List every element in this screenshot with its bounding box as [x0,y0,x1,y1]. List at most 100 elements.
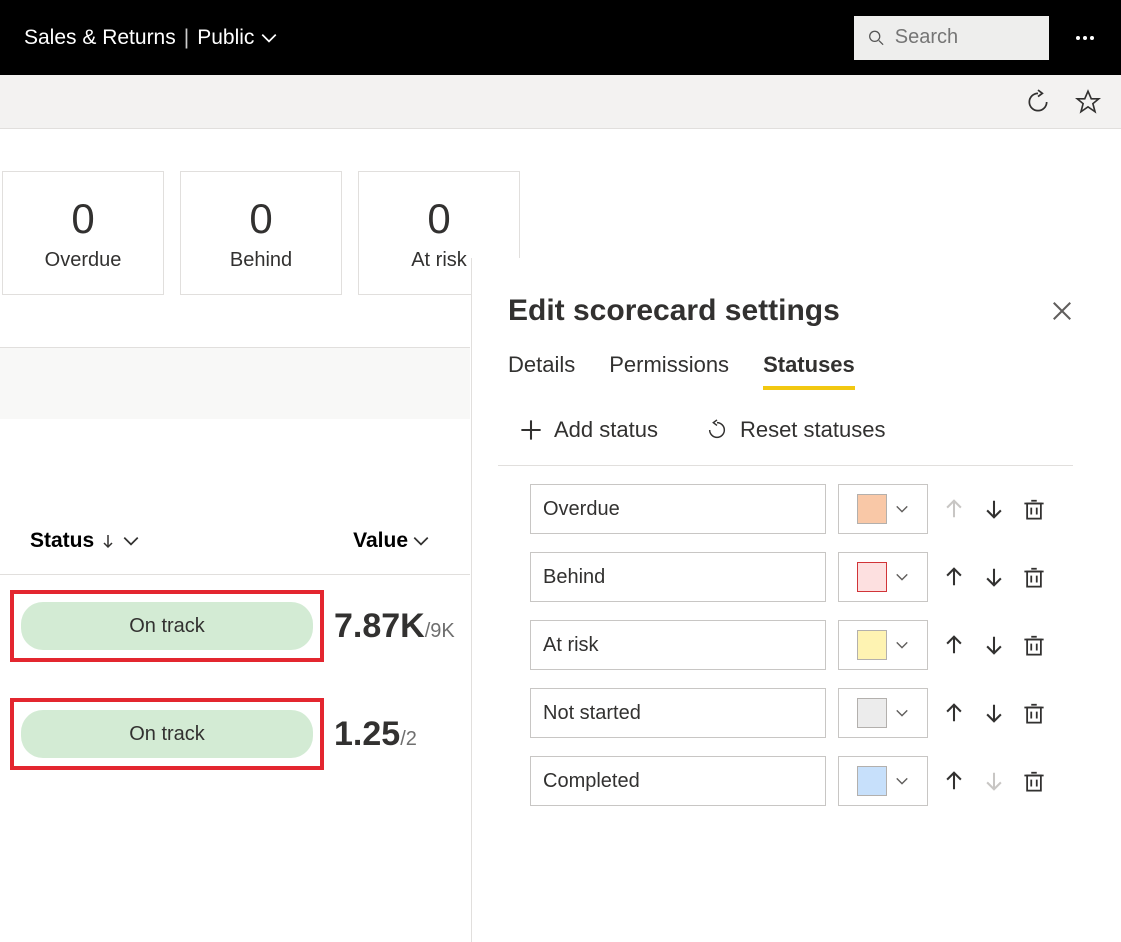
add-status-button[interactable]: Add status [520,417,658,443]
chevron-down-icon [895,570,909,584]
plus-icon [520,419,542,441]
status-config-row [508,756,1073,806]
status-name-input[interactable] [530,552,826,602]
move-up-button [940,498,968,520]
chevron-down-icon [895,706,909,720]
toolbar [0,75,1121,129]
refresh-icon [1025,89,1051,115]
color-swatch [857,766,887,796]
card-label: Overdue [45,249,122,272]
card-overdue[interactable]: 0 Overdue [2,171,164,295]
color-picker[interactable] [838,688,928,738]
move-up-button[interactable] [940,702,968,724]
table-row: On track 7.87K /9K [10,583,470,669]
delete-button[interactable] [1020,770,1048,792]
move-down-button[interactable] [980,566,1008,588]
color-swatch [857,630,887,660]
value-cell: 7.87K /9K [334,607,455,646]
column-status[interactable]: Status [30,529,140,553]
status-name-input[interactable] [530,620,826,670]
tab-permissions[interactable]: Permissions [609,352,729,390]
status-pill[interactable]: On track [21,710,313,758]
ellipsis-icon [1073,26,1097,50]
color-swatch [857,562,887,592]
status-name-input[interactable] [530,688,826,738]
arrow-down-icon [983,498,1005,520]
color-picker[interactable] [838,756,928,806]
move-down-button [980,770,1008,792]
color-swatch [857,698,887,728]
close-icon [1051,300,1073,322]
sort-down-icon [100,533,116,549]
panel-title: Edit scorecard settings [508,294,840,328]
move-up-button[interactable] [940,770,968,792]
status-name-input[interactable] [530,756,826,806]
search-input[interactable] [895,26,1035,49]
star-icon [1075,89,1101,115]
workspace-title: Sales & Returns [24,26,176,50]
settings-panel: Edit scorecard settings Details Permissi… [471,258,1121,942]
tab-details[interactable]: Details [508,352,575,390]
delete-button[interactable] [1020,566,1048,588]
arrow-up-icon [943,498,965,520]
value-cell: 1.25 /2 [334,715,417,754]
color-picker[interactable] [838,484,928,534]
move-down-button[interactable] [980,702,1008,724]
visibility-label: Public [197,26,254,50]
delete-button[interactable] [1020,702,1048,724]
move-up-button[interactable] [940,634,968,656]
card-value: 0 [71,195,94,243]
search-box[interactable] [854,16,1049,60]
delete-button[interactable] [1020,634,1048,656]
close-button[interactable] [1051,300,1073,322]
arrow-down-icon [983,634,1005,656]
delete-button[interactable] [1020,498,1048,520]
reset-statuses-button[interactable]: Reset statuses [706,417,886,443]
visibility-dropdown[interactable]: Public [197,26,278,50]
column-value[interactable]: Value [353,529,430,553]
chevron-down-icon [122,532,140,550]
status-config-row [508,620,1073,670]
arrow-down-icon [983,770,1005,792]
color-picker[interactable] [838,552,928,602]
search-icon [868,28,885,48]
reset-icon [706,419,728,441]
main-content: 0 Overdue 0 Behind 0 At risk Status Valu… [0,129,1121,813]
arrow-up-icon [943,770,965,792]
favorite-button[interactable] [1075,89,1101,115]
chevron-down-icon [895,502,909,516]
table-header: Status Value [0,507,470,575]
color-swatch [857,494,887,524]
top-header: Sales & Returns | Public [0,0,1121,75]
move-up-button[interactable] [940,566,968,588]
chevron-down-icon [895,638,909,652]
chevron-down-icon [412,532,430,550]
highlight-box: On track [10,590,324,662]
status-name-input[interactable] [530,484,826,534]
color-picker[interactable] [838,620,928,670]
tab-statuses[interactable]: Statuses [763,352,855,390]
arrow-down-icon [983,702,1005,724]
status-pill[interactable]: On track [21,602,313,650]
title-separator: | [184,26,189,50]
table-row: On track 1.25 /2 [10,691,470,777]
status-config-row [508,552,1073,602]
status-config-row [508,688,1073,738]
chevron-down-icon [260,29,278,47]
move-down-button[interactable] [980,498,1008,520]
move-down-button[interactable] [980,634,1008,656]
chevron-down-icon [895,774,909,788]
card-behind[interactable]: 0 Behind [180,171,342,295]
trash-icon [1023,498,1045,520]
highlight-box: On track [10,698,324,770]
card-value: 0 [427,195,450,243]
arrow-up-icon [943,566,965,588]
arrow-up-icon [943,634,965,656]
card-label: At risk [411,249,467,272]
card-label: Behind [230,249,292,272]
refresh-button[interactable] [1025,89,1051,115]
panel-tabs: Details Permissions Statuses [508,352,1073,391]
more-menu-button[interactable] [1073,26,1097,50]
trash-icon [1023,566,1045,588]
card-value: 0 [249,195,272,243]
